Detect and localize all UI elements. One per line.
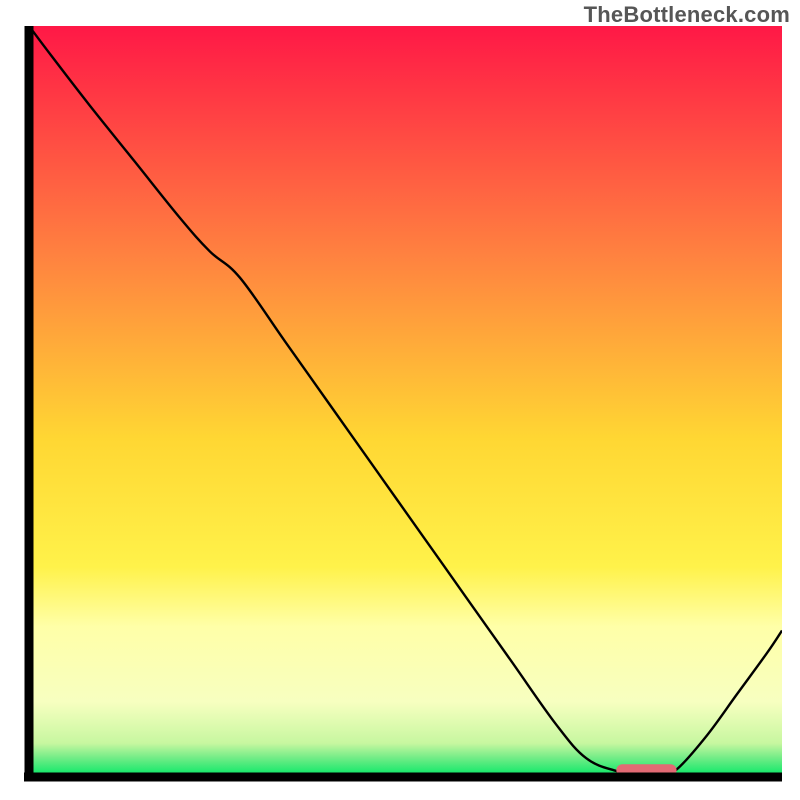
- chart-svg: [21, 26, 782, 785]
- plot-background: [29, 26, 782, 777]
- chart-frame: TheBottleneck.com: [0, 0, 800, 800]
- attribution-text: TheBottleneck.com: [584, 2, 790, 28]
- chart-plot: [21, 26, 782, 785]
